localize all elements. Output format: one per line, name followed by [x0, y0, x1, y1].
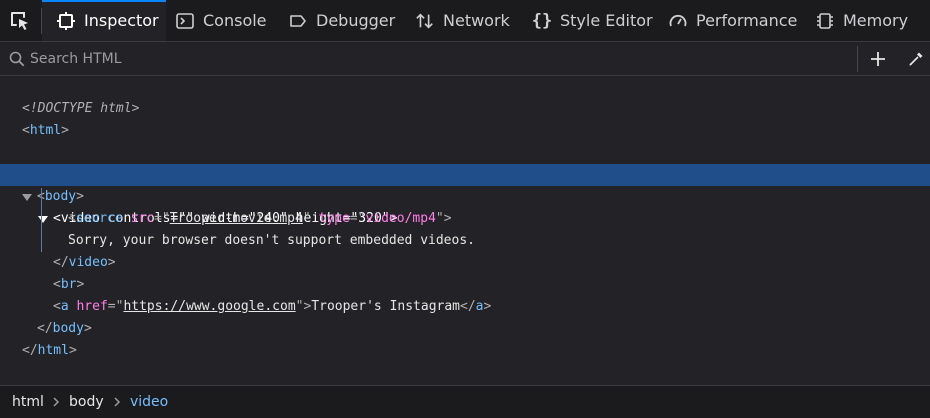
- plus-icon: [871, 52, 885, 66]
- head-node[interactable]: <head>•••</head>: [0, 120, 930, 182]
- tab-performance[interactable]: Performance: [668, 0, 797, 41]
- html-close-node[interactable]: </html>: [0, 318, 930, 358]
- tab-label: Memory: [843, 11, 909, 30]
- tab-label: Style Editor: [560, 11, 653, 30]
- tab-label: Console: [203, 11, 267, 30]
- search-html-input[interactable]: [30, 48, 850, 70]
- tab-memory[interactable]: Memory: [815, 0, 908, 41]
- breadcrumb-item-video[interactable]: video: [130, 386, 168, 418]
- html-open-node[interactable]: <html>: [0, 98, 930, 138]
- doctype-node[interactable]: <!DOCTYPE html>: [0, 76, 930, 116]
- tab-label: Performance: [696, 11, 798, 30]
- br-node[interactable]: <br>: [0, 252, 930, 292]
- tab-inspector[interactable]: Inspector: [42, 0, 166, 41]
- tab-console[interactable]: Console: [175, 0, 267, 41]
- search-bar: [0, 42, 930, 76]
- tab-label: Network: [443, 11, 510, 30]
- text-node[interactable]: Sorry, your browser doesn't support embe…: [0, 208, 930, 248]
- devtools-toolbar: Inspector Console Debugger Network {} St…: [0, 0, 930, 42]
- add-node-button[interactable]: [866, 48, 890, 70]
- breadcrumb-item-body[interactable]: body: [69, 386, 104, 418]
- source-node[interactable]: <source src="Trooper-movie.mp4" type="vi…: [0, 186, 930, 226]
- tab-style-editor[interactable]: {} Style Editor: [532, 0, 653, 41]
- tab-network[interactable]: Network: [415, 0, 510, 41]
- debugger-icon: [288, 11, 308, 31]
- tab-label: Inspector: [84, 11, 159, 30]
- network-icon: [415, 11, 435, 31]
- markup-view: <!DOCTYPE html> <html> <head>•••</head> …: [0, 76, 930, 384]
- inspector-icon: [56, 11, 76, 31]
- chevron-right-icon: [53, 397, 60, 407]
- anchor-node[interactable]: <a href="https://www.google.com">Trooper…: [0, 274, 930, 314]
- element-picker-icon: [11, 11, 28, 30]
- search-separator: [857, 46, 858, 72]
- body-open-node[interactable]: <body>: [0, 142, 930, 204]
- search-icon: [9, 51, 25, 67]
- performance-icon: [668, 11, 688, 31]
- tab-debugger[interactable]: Debugger: [288, 0, 395, 41]
- video-node-selected[interactable]: <video controls="" width="240" height="3…: [0, 164, 930, 226]
- video-close-node[interactable]: </video>: [0, 230, 930, 270]
- breadcrumb-item-html[interactable]: html: [12, 386, 44, 418]
- chevron-right-icon: [114, 397, 121, 407]
- body-close-node[interactable]: </body>: [0, 296, 930, 336]
- console-icon: [175, 11, 195, 31]
- eyedropper-button[interactable]: [904, 48, 928, 70]
- style-editor-icon: {}: [531, 10, 553, 31]
- eyedropper-icon: [909, 52, 923, 66]
- breadcrumb: html body video: [0, 385, 930, 418]
- element-picker-button[interactable]: [0, 0, 40, 41]
- tag-name: html: [37, 343, 69, 358]
- memory-icon: [815, 11, 835, 31]
- tab-label: Debugger: [316, 11, 396, 30]
